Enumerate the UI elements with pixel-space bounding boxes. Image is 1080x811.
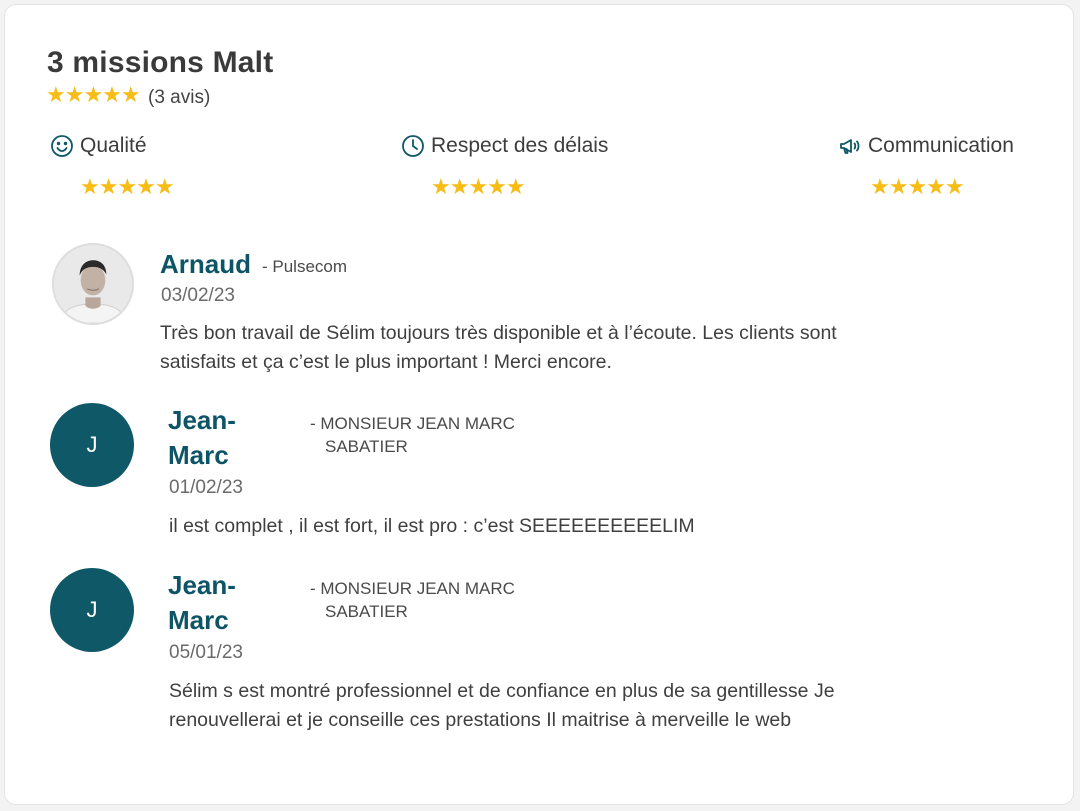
review-comment: il est complet , il est fort, il est pro… — [169, 512, 695, 541]
review-date: 01/02/23 — [169, 477, 243, 498]
criterion-quality: Qualité — [50, 134, 147, 158]
reviewer-company: - MONSIEUR JEAN MARC SABATIER — [310, 579, 515, 621]
reviewer-name: Jean- Marc — [168, 405, 236, 471]
smiley-icon — [50, 134, 74, 158]
review-comment: Très bon travail de Sélim toujours très … — [160, 319, 837, 377]
reviewer-name: Arnaud — [160, 249, 251, 279]
review-date: 03/02/23 — [161, 285, 235, 306]
review-count: (3 avis) — [148, 87, 211, 108]
reviewer-avatar-initial: J — [50, 568, 134, 652]
criterion-quality-stars: ★★★★★ — [80, 174, 175, 199]
criterion-communication-stars: ★★★★★ — [870, 174, 965, 199]
reviewer-company: - Pulsecom — [262, 257, 348, 276]
reviews-title: 3 missions Malt — [47, 46, 274, 79]
reviewer-avatar-photo — [52, 243, 134, 325]
review-comment: Sélim s est montré professionnel et de c… — [169, 677, 835, 735]
criterion-label: Respect des délais — [431, 134, 609, 157]
overall-rating-stars: ★★★★★ — [46, 82, 141, 107]
criterion-label: Communication — [868, 134, 1014, 157]
reviewer-name: Jean- Marc — [168, 570, 236, 636]
review-comment-line: satisfaits et ça c’est le plus important… — [160, 351, 612, 373]
review-comment-line: renouvellerai et je conseille ces presta… — [169, 709, 792, 731]
review-comment-line: Très bon travail de Sélim toujours très … — [160, 322, 837, 344]
review-comment-line: il est complet , il est fort, il est pro… — [169, 515, 695, 537]
criterion-deadlines: Respect des délais — [401, 134, 608, 158]
review-date: 05/01/23 — [169, 642, 243, 663]
criterion-communication: Communication — [838, 134, 1014, 158]
review-comment-line: Sélim s est montré professionnel et de c… — [169, 680, 835, 702]
reviewer-avatar-initial: J — [50, 403, 134, 487]
megaphone-icon — [838, 134, 862, 158]
criterion-deadlines-stars: ★★★★★ — [431, 174, 526, 199]
criterion-label: Qualité — [80, 134, 147, 157]
clock-icon — [401, 134, 425, 158]
reviewer-company: - MONSIEUR JEAN MARC SABATIER — [310, 414, 515, 456]
